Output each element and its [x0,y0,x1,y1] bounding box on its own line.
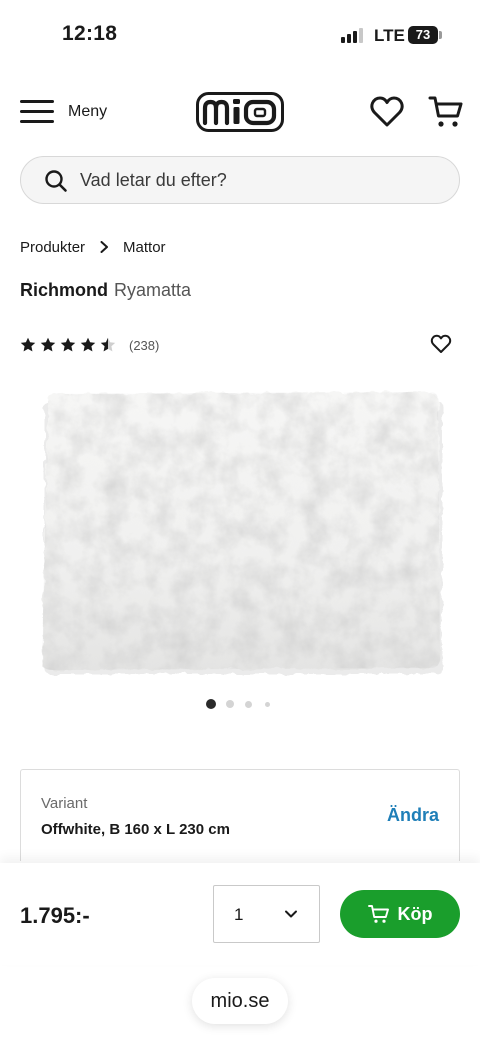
browser-url[interactable]: mio.se [192,978,288,1024]
menu-label: Meny [68,103,108,120]
chevron-down-icon [285,910,297,918]
buy-label: Köp [397,903,433,924]
variant-value: Offwhite, B 160 x L 230 cm [41,821,230,838]
buy-button[interactable]: Köp [340,890,460,938]
wishlist-heart-icon[interactable] [369,95,405,129]
battery-cap [439,31,442,39]
status-time: 12:18 [62,22,118,45]
rating: (238) [20,335,159,355]
change-variant-link[interactable]: Ändra [387,805,439,826]
cart-icon[interactable] [428,94,464,130]
search-icon [45,170,67,192]
cart-icon [367,905,389,923]
variant-selector: Variant Offwhite, B 160 x L 230 cm Ändra [20,769,460,861]
quantity-select[interactable]: 1 [213,885,320,943]
network-label: LTE [374,26,405,45]
mio-logo[interactable] [196,92,284,132]
price: 1.795:- [20,903,90,928]
star-half-icon [100,337,116,352]
hamburger-icon [20,100,54,124]
search-placeholder: Vad letar du efter? [80,170,227,190]
carousel-dot[interactable] [245,700,253,708]
star-full-icon [20,337,36,352]
header: Meny [0,80,480,144]
menu-button[interactable]: Meny [20,90,107,134]
carousel-dot[interactable] [226,700,234,708]
quantity-value: 1 [234,905,244,924]
carousel-dot[interactable] [206,699,216,709]
favorite-heart-icon[interactable] [430,334,452,354]
star-full-icon [60,337,76,352]
star-rating[interactable] [20,337,120,353]
breadcrumb-item-mattor[interactable]: Mattor [123,239,166,256]
product-brand: Richmond [20,280,108,300]
product-image[interactable] [38,388,444,678]
battery-icon: 73 [408,26,438,44]
product-type: Ryamatta [114,280,192,300]
search-input[interactable]: Vad letar du efter? [20,156,460,204]
review-count[interactable]: (238) [129,338,159,353]
breadcrumb: Produkter Mattor [20,237,166,257]
carousel-dots [0,699,480,709]
chevron-right-icon [100,241,109,253]
breadcrumb-item-produkter[interactable]: Produkter [20,239,85,256]
variant-label: Variant [41,795,88,812]
status-bar: 12:18 LTE 73 [0,0,480,70]
signal-icon [341,27,367,43]
carousel-dot[interactable] [264,701,270,707]
star-full-icon [80,337,96,352]
purchase-bar: 1.795:- 1 Köp [0,863,480,965]
star-full-icon [40,337,56,352]
page-title: Richmond Ryamatta [20,280,191,301]
